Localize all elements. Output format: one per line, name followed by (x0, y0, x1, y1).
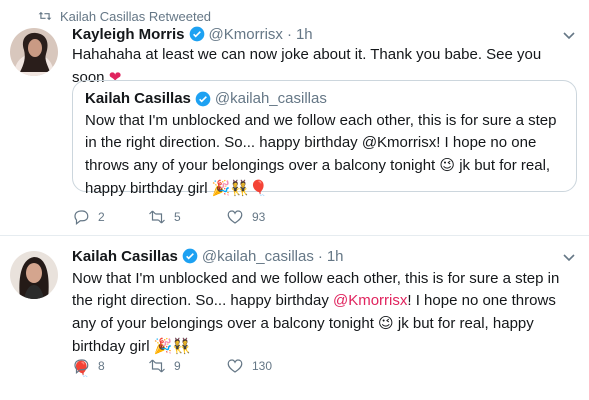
like-icon (227, 359, 243, 373)
retweet-label[interactable]: Kailah Casillas Retweeted (60, 9, 211, 24)
party-emoji: 🎉👯🎈 (211, 179, 268, 197)
verified-icon (195, 91, 211, 106)
display-name[interactable]: Kailah Casillas (72, 248, 178, 265)
verified-icon (189, 26, 204, 42)
chevron-down-icon[interactable] (563, 254, 575, 262)
reply-button[interactable]: 8 (72, 357, 148, 375)
wink-emoji: 😉 (439, 156, 456, 174)
party-emoji: 🎉👯 (153, 337, 192, 355)
reply-button[interactable]: 2 (72, 208, 148, 226)
tweet-actions: 2 5 93 (72, 208, 306, 226)
tweet-header: Kailah Casillas @kailah_casillas · 1h (72, 246, 344, 266)
quoted-handle: @kailah_casillas (214, 90, 327, 107)
quoted-tweet-text: Now that I'm unblocked and we follow eac… (85, 110, 567, 200)
handle[interactable]: @kailah_casillas (202, 248, 314, 265)
tweet-actions: 8 9 130 (72, 357, 306, 375)
retweet-button[interactable]: 5 (148, 208, 226, 226)
quoted-tweet[interactable]: Kailah Casillas @kailah_casillas Now tha… (72, 80, 577, 197)
retweet-count: 9 (174, 359, 181, 373)
retweet-button[interactable]: 9 (148, 357, 226, 375)
timestamp[interactable]: 1h (327, 248, 344, 265)
avatar[interactable] (10, 251, 58, 299)
tweet[interactable]: Kailah Casillas Retweeted Kayleigh Morri… (0, 0, 589, 236)
wink-emoji: 😉 (378, 314, 394, 332)
verified-icon (182, 248, 198, 264)
retweet-icon (38, 11, 52, 21)
reply-icon (74, 210, 89, 225)
handle[interactable]: @Kmorrisx (209, 26, 283, 43)
reply-count: 2 (98, 210, 105, 224)
timestamp[interactable]: 1h (296, 26, 313, 43)
retweet-count: 5 (174, 210, 181, 224)
reply-count: 8 (98, 359, 105, 373)
like-button[interactable]: 93 (226, 208, 306, 226)
retweet-context: Kailah Casillas Retweeted (38, 8, 211, 24)
quoted-display-name: Kailah Casillas (85, 90, 191, 107)
separator-dot: · (317, 247, 323, 265)
retweet-icon (149, 210, 165, 224)
like-button[interactable]: 130 (226, 357, 306, 375)
reply-icon (74, 359, 89, 374)
retweet-icon (149, 359, 165, 373)
chevron-down-icon[interactable] (563, 32, 575, 40)
avatar[interactable] (10, 28, 58, 76)
display-name[interactable]: Kayleigh Morris (72, 26, 185, 43)
like-count: 130 (252, 359, 273, 373)
tweet-header: Kayleigh Morris @Kmorrisx · 1h (72, 24, 313, 44)
mention-link[interactable]: @Kmorrisx (333, 292, 407, 309)
like-count: 93 (252, 210, 266, 224)
quoted-tweet-header: Kailah Casillas @kailah_casillas (85, 90, 327, 107)
like-icon (227, 210, 243, 224)
separator-dot: · (286, 25, 292, 43)
tweet[interactable]: Kailah Casillas @kailah_casillas · 1h No… (0, 236, 589, 400)
